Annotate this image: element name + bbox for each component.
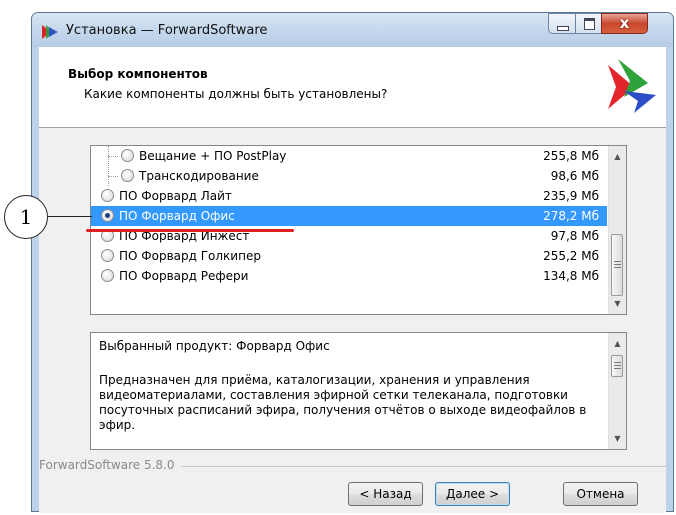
component-item[interactable]: Транскодирование 98,6 Мб [91,166,607,186]
close-icon: x [619,14,630,32]
list-scrollbar[interactable]: ▲ ▼ [608,146,626,314]
component-label: ПО Форвард Офис [119,209,235,223]
component-item[interactable]: ПО Форвард Рефери 134,8 Мб [91,266,607,286]
component-size: 255,8 Мб [543,149,599,163]
app-icon [42,25,58,39]
component-label: ПО Форвард Голкипер [119,249,261,263]
annotation-callout: 1 [4,195,48,239]
maximize-button[interactable] [575,13,602,34]
close-button[interactable]: x [601,13,648,34]
component-size: 98,6 Мб [550,169,599,183]
description-scrollbar[interactable]: ▲ ▼ [608,333,626,449]
page-subtitle: Какие компоненты должны быть установлены… [84,87,388,101]
component-label: Транскодирование [139,169,259,183]
installer-window: Установка — ForwardSoftware x Выбор комп… [31,12,674,513]
radio-button[interactable] [101,189,114,202]
component-label: ПО Форвард Рефери [119,269,249,283]
component-size: 255,2 Мб [543,249,599,263]
component-item[interactable]: Вещание + ПО PostPlay 255,8 Мб [91,146,607,166]
component-label: Вещание + ПО PostPlay [139,149,287,163]
annotation-underline [86,229,294,232]
radio-button[interactable] [101,269,114,282]
grip-line [614,264,621,265]
page-title: Выбор компонентов [68,67,208,81]
component-label: ПО Форвард Лайт [119,189,232,203]
grip-line [614,365,621,366]
description-text: Предназначен для приёма, каталогизации, … [99,373,587,432]
maximize-icon [584,18,595,30]
wizard-header: Выбор компонентов Какие компоненты должн… [39,47,666,128]
annotation-leader-line [48,216,92,217]
component-item[interactable]: ПО Форвард Лайт 235,9 Мб [91,186,607,206]
scroll-up-arrow-icon[interactable]: ▲ [609,335,626,352]
component-item[interactable]: ПО Форвард Голкипер 255,2 Мб [91,246,607,266]
grip-line [614,261,621,262]
radio-button[interactable] [121,169,134,182]
window-title: Установка — ForwardSoftware [66,23,268,38]
minimize-button[interactable] [548,13,576,34]
radio-button-checked[interactable] [101,209,114,222]
back-button[interactable]: < Назад [348,482,423,506]
grip-line [614,368,621,369]
next-button[interactable]: Далее > [435,482,510,506]
component-size: 278,2 Мб [543,209,599,223]
component-size: 97,8 Мб [550,229,599,243]
radio-button[interactable] [121,149,134,162]
grip-line [614,362,621,363]
grip-line [614,267,621,268]
scroll-down-arrow-icon[interactable]: ▼ [609,295,626,312]
scroll-thumb[interactable] [611,355,623,377]
brand-label: ForwardSoftware 5.8.0 [39,458,181,472]
title-bar[interactable]: Установка — ForwardSoftware x [32,13,673,47]
scroll-down-arrow-icon[interactable]: ▼ [609,430,626,447]
description-title: Выбранный продукт: Форвард Офис [99,339,330,353]
scroll-up-arrow-icon[interactable]: ▲ [609,148,626,165]
component-item-selected[interactable]: ПО Форвард Офис 278,2 Мб [91,206,607,226]
component-size: 235,9 Мб [543,189,599,203]
cancel-button[interactable]: Отмена [563,482,638,506]
wizard-body: Выбор компонентов Какие компоненты должн… [39,47,666,513]
component-size: 134,8 Мб [543,269,599,283]
tricolor-arrows-logo [608,59,656,113]
minimize-icon [557,26,569,31]
scroll-thumb[interactable] [611,234,623,296]
radio-button[interactable] [101,249,114,262]
description-box[interactable]: Выбранный продукт: Форвард Офис Предназн… [90,332,627,450]
